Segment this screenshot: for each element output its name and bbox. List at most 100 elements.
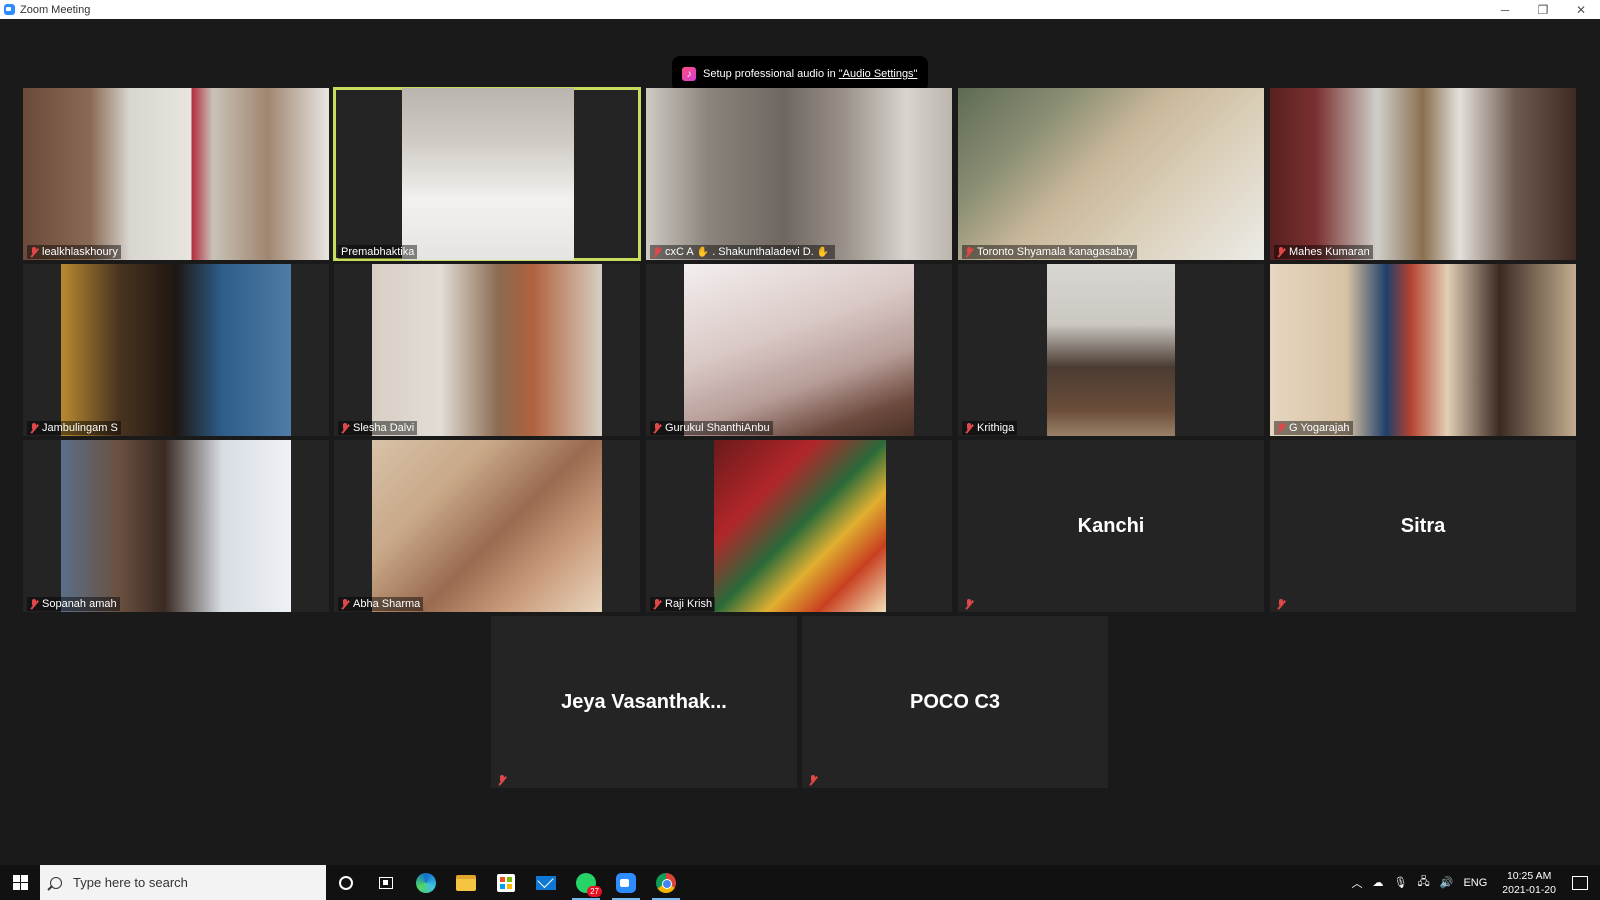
minimize-button[interactable]: ─: [1486, 0, 1524, 19]
search-icon: [50, 876, 62, 889]
taskbar-search-box[interactable]: Type here to search: [40, 865, 326, 900]
zoom-app-icon: [4, 4, 15, 15]
participant-tile-no-video[interactable]: Jeya Vasanthak...: [491, 616, 797, 788]
task-view-icon: [379, 876, 393, 889]
chevron-up-icon[interactable]: ︿: [1352, 875, 1363, 891]
onedrive-cloud-icon[interactable]: ☁: [1373, 876, 1384, 889]
audio-settings-link[interactable]: "Audio Settings": [839, 68, 918, 80]
mic-muted-icon: [1277, 598, 1285, 610]
participant-tile[interactable]: Mahes Kumaran: [1270, 88, 1576, 260]
edge-taskbar-button[interactable]: [406, 865, 446, 900]
mic-muted-icon: [30, 246, 38, 258]
clock-time: 10:25 AM: [1506, 869, 1552, 882]
volume-icon[interactable]: 🔊: [1440, 876, 1454, 889]
participant-tile[interactable]: Jambulingam S: [23, 264, 329, 436]
participant-tile[interactable]: cxC A ✋. Shakunthaladevi D. ✋: [646, 88, 952, 260]
restore-button[interactable]: ❐: [1524, 0, 1562, 19]
participant-display-name: POCO C3: [909, 690, 1001, 713]
notifications-icon[interactable]: [1572, 875, 1588, 890]
participant-display-name: Kanchi: [1077, 514, 1145, 537]
cortana-button[interactable]: [326, 865, 366, 900]
audio-settings-notice: ♪ Setup professional audio in "Audio Set…: [672, 56, 928, 92]
participant-tile[interactable]: lealkhlaskhoury: [23, 88, 329, 260]
participant-nameplate: Gurukul ShanthiAnbu: [650, 421, 773, 435]
input-language[interactable]: ENG: [1463, 877, 1487, 889]
window-title: Zoom Meeting: [20, 3, 91, 16]
chrome-taskbar-button[interactable]: [646, 865, 686, 900]
participant-nameplate: [495, 773, 513, 787]
participant-video: [23, 88, 329, 260]
participant-nameplate: Sopanah amah: [27, 597, 120, 611]
participant-nameplate: Slesha Dalvi: [338, 421, 418, 435]
mail-icon: [536, 875, 556, 890]
participant-video: [1047, 264, 1175, 436]
clock-date: 2021-01-20: [1502, 883, 1556, 896]
participant-tile[interactable]: Krithiga: [958, 264, 1264, 436]
participant-tile[interactable]: Sopanah amah: [23, 440, 329, 612]
zoom-icon: [616, 872, 636, 893]
whatsapp-taskbar-button[interactable]: 27: [566, 865, 606, 900]
participant-display-name: Jeya Vasanthak...: [561, 690, 727, 713]
mic-muted-icon: [653, 422, 661, 434]
participant-tile[interactable]: Slesha Dalvi: [334, 264, 640, 436]
participant-tile[interactable]: Abha Sharma: [334, 440, 640, 612]
microphone-icon[interactable]: 🎙: [1394, 876, 1408, 889]
notification-badge: 27: [587, 885, 602, 897]
windows-taskbar: Type here to search 27 ︿ ☁ 🎙 🖧 🔊 ENG 10:…: [0, 865, 1600, 900]
participant-video: [61, 440, 291, 612]
participant-nameplate: Mahes Kumaran: [1274, 245, 1373, 259]
store-taskbar-button[interactable]: [486, 865, 526, 900]
participant-nameplate: Abha Sharma: [338, 597, 424, 611]
participant-nameplate: G Yogarajah: [1274, 421, 1353, 435]
participant-tile-no-video[interactable]: Kanchi: [958, 440, 1264, 612]
participant-tile[interactable]: Toronto Shyamala kanagasabay: [958, 88, 1264, 260]
store-icon: [497, 873, 515, 892]
mic-muted-icon: [965, 598, 973, 610]
start-button[interactable]: [0, 865, 40, 900]
participant-nameplate: Toronto Shyamala kanagasabay: [962, 245, 1138, 259]
close-button[interactable]: ✕: [1562, 0, 1600, 19]
participant-nameplate: Premabhaktika: [338, 245, 418, 259]
folder-icon: [456, 874, 476, 891]
mic-muted-icon: [965, 422, 973, 434]
zoom-taskbar-button[interactable]: [606, 865, 646, 900]
participant-video: [1270, 88, 1576, 260]
mic-muted-icon: [653, 598, 661, 610]
window-titlebar: Zoom Meeting ─ ❐ ✕: [0, 0, 1600, 19]
meeting-gallery: ♪ Setup professional audio in "Audio Set…: [0, 19, 1600, 865]
participant-nameplate: cxC A ✋. Shakunthaladevi D. ✋: [650, 245, 836, 259]
mic-muted-icon: [965, 246, 973, 258]
network-icon[interactable]: 🖧: [1417, 873, 1429, 892]
mail-taskbar-button[interactable]: [526, 865, 566, 900]
participant-nameplate: [806, 773, 824, 787]
raised-hand-icon: ✋: [816, 246, 830, 258]
notice-text: Setup professional audio in: [703, 68, 836, 80]
raised-hand-icon: ✋: [696, 246, 710, 258]
participant-tile-no-video[interactable]: POCO C3: [802, 616, 1108, 788]
participant-video: [714, 440, 886, 612]
participant-nameplate: Krithiga: [962, 421, 1018, 435]
participant-video: [958, 88, 1264, 260]
participant-video: [1270, 264, 1576, 436]
participant-tile[interactable]: G Yogarajah: [1270, 264, 1576, 436]
clock[interactable]: 10:25 AM 2021-01-20: [1502, 869, 1556, 897]
mic-muted-icon: [809, 774, 817, 786]
chrome-icon: [656, 872, 676, 893]
cortana-icon: [339, 875, 353, 890]
participant-tile[interactable]: Raji Krish: [646, 440, 952, 612]
mic-muted-icon: [30, 598, 38, 610]
edge-icon: [416, 872, 436, 893]
participant-tile[interactable]: Gurukul ShanthiAnbu: [646, 264, 952, 436]
file-explorer-taskbar-button[interactable]: [446, 865, 486, 900]
participant-nameplate: [1274, 597, 1292, 611]
mic-muted-icon: [341, 422, 349, 434]
windows-logo-icon: [12, 875, 28, 890]
participant-tile-active-speaker[interactable]: Premabhaktika: [333, 87, 641, 261]
participant-tile-no-video[interactable]: Sitra: [1270, 440, 1576, 612]
mic-muted-icon: [653, 246, 661, 258]
task-view-button[interactable]: [366, 865, 406, 900]
system-tray: ︿ ☁ 🎙 🖧 🔊 ENG 10:25 AM 2021-01-20: [1347, 865, 1600, 900]
participant-video: [61, 264, 291, 436]
search-placeholder: Type here to search: [73, 875, 188, 890]
mic-muted-icon: [1277, 422, 1285, 434]
